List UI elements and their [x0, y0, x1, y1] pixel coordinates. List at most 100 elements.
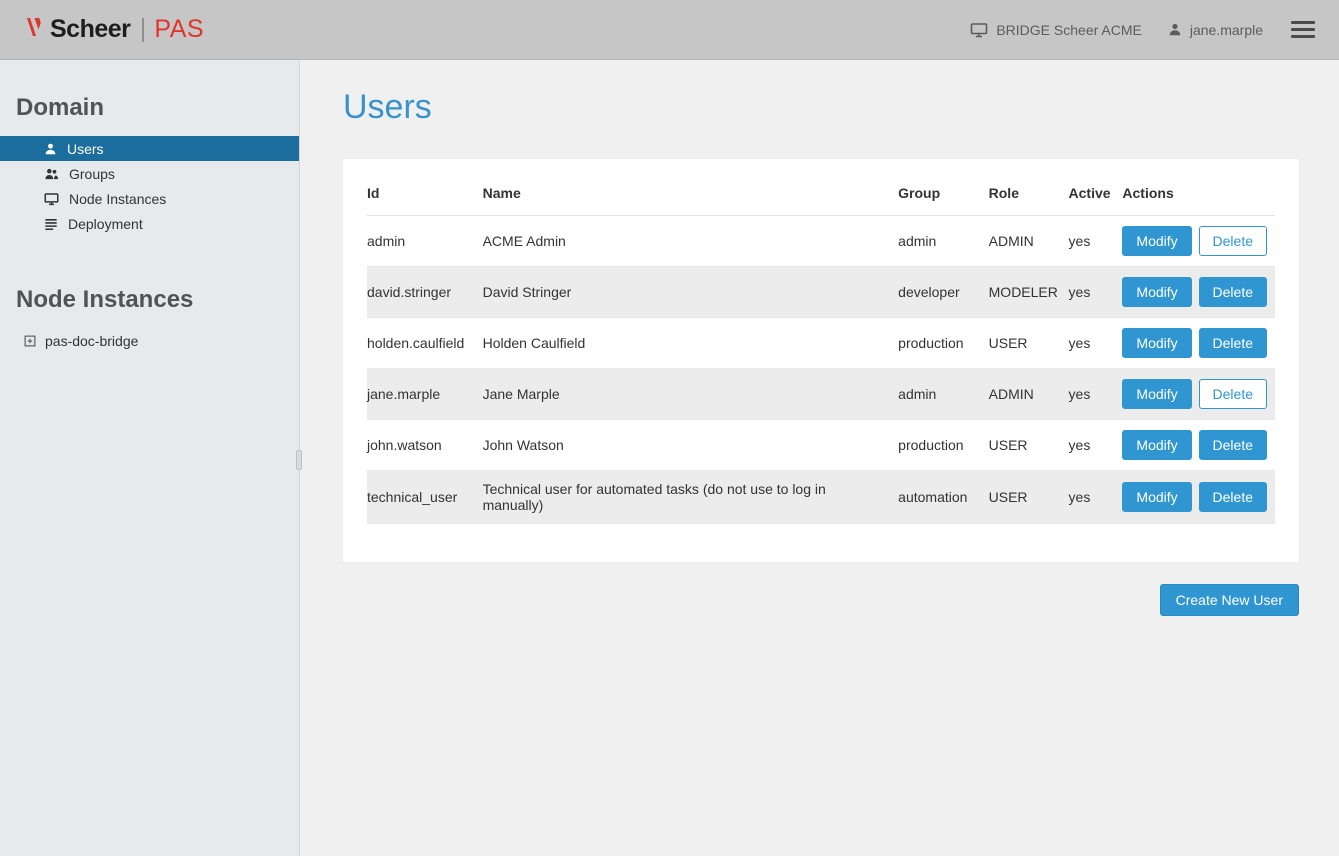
- create-user-row: Create New User: [343, 584, 1299, 616]
- cell-actions: Modify Delete: [1122, 318, 1275, 369]
- scheer-logo-icon: [24, 15, 44, 44]
- cell-id: john.watson: [367, 420, 483, 471]
- cell-active: yes: [1069, 267, 1123, 318]
- sidebar-item-deployment[interactable]: Deployment: [0, 211, 299, 236]
- user-icon: [44, 142, 57, 156]
- cell-name: ACME Admin: [483, 216, 899, 267]
- header-active: Active: [1069, 165, 1123, 216]
- cell-id: admin: [367, 216, 483, 267]
- cell-actions: Modify Delete: [1122, 267, 1275, 318]
- cell-active: yes: [1069, 420, 1123, 471]
- table-row: technical_user Technical user for automa…: [367, 471, 1275, 524]
- cell-active: yes: [1069, 471, 1123, 524]
- header-id: Id: [367, 165, 483, 216]
- cell-active: yes: [1069, 216, 1123, 267]
- cell-id: david.stringer: [367, 267, 483, 318]
- cell-group: developer: [898, 267, 988, 318]
- delete-button[interactable]: Delete: [1199, 482, 1267, 512]
- delete-button[interactable]: Delete: [1199, 430, 1267, 460]
- topbar: Scheer PAS BRIDGE Scheer ACME jane.marpl…: [0, 0, 1339, 60]
- cell-actions: Modify Delete: [1122, 420, 1275, 471]
- sidebar-item-label: Groups: [69, 166, 115, 182]
- cell-name: David Stringer: [483, 267, 899, 318]
- cell-role: ADMIN: [989, 369, 1069, 420]
- tree-item-pas-doc-bridge[interactable]: pas-doc-bridge: [0, 328, 299, 353]
- product-name: PAS: [154, 15, 204, 44]
- logo-divider: [142, 18, 144, 42]
- sidebar-item-node-instances[interactable]: Node Instances: [0, 186, 299, 211]
- cell-actions: Modify Delete: [1122, 369, 1275, 420]
- cell-actions: Modify Delete: [1122, 216, 1275, 267]
- cell-group: automation: [898, 471, 988, 524]
- cell-id: technical_user: [367, 471, 483, 524]
- modify-button[interactable]: Modify: [1122, 430, 1191, 460]
- table-row: holden.caulfield Holden Caulfield produc…: [367, 318, 1275, 369]
- bridge-selector[interactable]: BRIDGE Scheer ACME: [970, 22, 1142, 38]
- current-user[interactable]: jane.marple: [1168, 22, 1263, 38]
- cell-group: production: [898, 318, 988, 369]
- cell-name: Technical user for automated tasks (do n…: [483, 471, 899, 524]
- table-header-row: Id Name Group Role Active Actions: [367, 165, 1275, 216]
- table-row: jane.marple Jane Marple admin ADMIN yes …: [367, 369, 1275, 420]
- modify-button[interactable]: Modify: [1122, 482, 1191, 512]
- user-icon: [1168, 22, 1182, 37]
- create-new-user-button[interactable]: Create New User: [1160, 584, 1299, 616]
- cell-name: John Watson: [483, 420, 899, 471]
- cell-role: USER: [989, 318, 1069, 369]
- delete-button[interactable]: Delete: [1199, 226, 1267, 256]
- delete-button[interactable]: Delete: [1199, 328, 1267, 358]
- menu-icon[interactable]: [1289, 17, 1317, 42]
- header-group: Group: [898, 165, 988, 216]
- cell-actions: Modify Delete: [1122, 471, 1275, 524]
- shell: Domain Users Groups Node Instances: [0, 60, 1339, 856]
- sidebar-item-label: Node Instances: [69, 191, 166, 207]
- modify-button[interactable]: Modify: [1122, 328, 1191, 358]
- cell-role: USER: [989, 471, 1069, 524]
- cell-group: admin: [898, 369, 988, 420]
- sidebar-item-users[interactable]: Users: [0, 136, 299, 161]
- cell-id: holden.caulfield: [367, 318, 483, 369]
- cell-active: yes: [1069, 369, 1123, 420]
- monitor-icon: [970, 22, 988, 38]
- sidebar-item-groups[interactable]: Groups: [0, 161, 299, 186]
- topbar-right: BRIDGE Scheer ACME jane.marple: [970, 17, 1317, 42]
- users-table-card: Id Name Group Role Active Actions admin …: [343, 159, 1299, 562]
- monitor-icon: [44, 192, 59, 206]
- modify-button[interactable]: Modify: [1122, 277, 1191, 307]
- cell-name: Holden Caulfield: [483, 318, 899, 369]
- expand-plus-icon[interactable]: [24, 335, 36, 347]
- domain-heading: Domain: [16, 94, 283, 122]
- sidebar-item-label: Deployment: [68, 216, 143, 232]
- cell-role: ADMIN: [989, 216, 1069, 267]
- sidebar-resize-handle[interactable]: [296, 450, 302, 470]
- header-actions: Actions: [1122, 165, 1275, 216]
- users-table: Id Name Group Role Active Actions admin …: [367, 165, 1275, 524]
- brand-name: Scheer: [50, 15, 130, 44]
- modify-button[interactable]: Modify: [1122, 226, 1191, 256]
- users-table-body: admin ACME Admin admin ADMIN yes Modify …: [367, 216, 1275, 524]
- node-instance-label: pas-doc-bridge: [45, 333, 138, 349]
- modify-button[interactable]: Modify: [1122, 379, 1191, 409]
- header-role: Role: [989, 165, 1069, 216]
- node-instances-heading: Node Instances: [16, 286, 283, 314]
- cell-role: MODELER: [989, 267, 1069, 318]
- cell-active: yes: [1069, 318, 1123, 369]
- delete-button[interactable]: Delete: [1199, 379, 1267, 409]
- bridge-label: BRIDGE Scheer ACME: [996, 22, 1142, 38]
- group-icon: [44, 167, 59, 181]
- table-row: admin ACME Admin admin ADMIN yes Modify …: [367, 216, 1275, 267]
- list-icon: [44, 217, 58, 231]
- delete-button[interactable]: Delete: [1199, 277, 1267, 307]
- table-row: john.watson John Watson production USER …: [367, 420, 1275, 471]
- main-content: Users Id Name Group Role Active Actions: [300, 60, 1339, 856]
- table-row: david.stringer David Stringer developer …: [367, 267, 1275, 318]
- header-name: Name: [483, 165, 899, 216]
- cell-group: production: [898, 420, 988, 471]
- cell-role: USER: [989, 420, 1069, 471]
- sidebar-item-label: Users: [67, 141, 104, 157]
- sidebar: Domain Users Groups Node Instances: [0, 60, 300, 856]
- cell-name: Jane Marple: [483, 369, 899, 420]
- app-logo[interactable]: Scheer PAS: [24, 15, 204, 44]
- cell-group: admin: [898, 216, 988, 267]
- page-title: Users: [343, 88, 1299, 127]
